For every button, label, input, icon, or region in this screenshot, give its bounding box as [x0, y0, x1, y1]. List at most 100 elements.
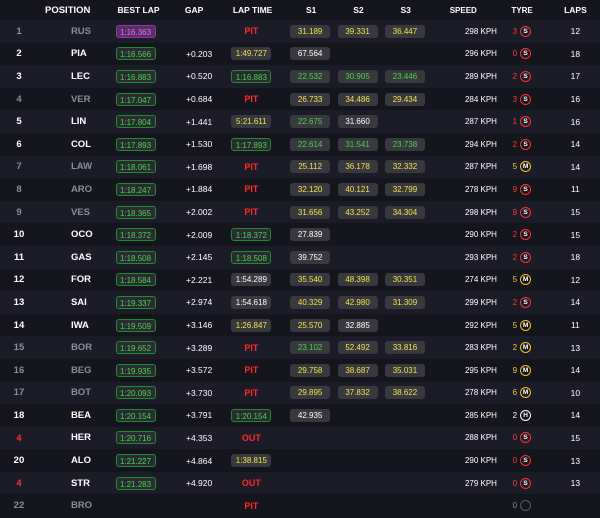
- table-row[interactable]: 4 VER 1:17.047 +0.684 PIT 26.733 34.486 …: [0, 87, 600, 111]
- tyre-age: 3: [512, 26, 518, 36]
- lap-time-cell: PIT: [216, 365, 286, 375]
- table-row[interactable]: 16 BEG 1:19.935 +3.572 PIT 29.758 38.687…: [0, 358, 600, 382]
- table-row[interactable]: 4 HER 1:20.716 +4.353 OUT 288 KPH 0 S 15: [0, 426, 600, 450]
- position-cell: 12: [13, 274, 25, 286]
- driver-code[interactable]: IWA: [38, 320, 116, 331]
- driver-code[interactable]: LAW: [38, 161, 116, 172]
- s3-cell: 33.816: [381, 341, 428, 355]
- header-s3[interactable]: S3: [382, 5, 429, 15]
- position-cell: 9: [16, 206, 22, 218]
- driver-code[interactable]: ARO: [38, 184, 116, 195]
- speed-cell: 293 KPH: [464, 252, 497, 262]
- tyre-cell: 0 S: [501, 48, 543, 60]
- table-row[interactable]: 13 SAI 1:19.337 +2.974 1:54.618 40.329 4…: [0, 291, 600, 314]
- table-row[interactable]: 4 STR 1:21.283 +4.920 OUT 279 KPH 0 S 13: [0, 471, 600, 495]
- driver-code[interactable]: HER: [38, 432, 116, 443]
- driver-code[interactable]: STR: [38, 478, 116, 489]
- driver-code[interactable]: RUS: [38, 26, 116, 37]
- header-position[interactable]: POSITION: [0, 5, 90, 16]
- s1-cell: 25.570: [286, 318, 333, 332]
- driver-code[interactable]: BRO: [38, 500, 116, 511]
- driver-code[interactable]: VES: [38, 207, 116, 218]
- driver-code[interactable]: SAI: [38, 297, 116, 308]
- table-row[interactable]: 10 OCO 1:18.372 +2.009 1:18.372 27.839 2…: [0, 223, 600, 246]
- laps-cell: 11: [570, 320, 580, 331]
- table-row[interactable]: 12 FOR 1:18.584 +2.221 1:54.289 35.540 4…: [0, 268, 600, 292]
- driver-code[interactable]: COL: [38, 139, 116, 150]
- driver-code[interactable]: LIN: [38, 116, 116, 127]
- driver-code[interactable]: BOT: [38, 387, 116, 398]
- s3-pill: 31.309: [384, 295, 425, 309]
- tyre-age: 2: [512, 343, 518, 353]
- header-lap-time[interactable]: LAP TIME: [218, 5, 288, 15]
- table-row[interactable]: 5 LIN 1:17.804 +1.441 5:21.611 22.675 31…: [0, 110, 600, 133]
- driver-code[interactable]: BEG: [38, 365, 116, 376]
- driver-code[interactable]: FOR: [38, 274, 116, 285]
- driver-code[interactable]: OCO: [38, 229, 116, 240]
- s3-cell: 38.622: [381, 386, 428, 400]
- s1-pill: 23.102: [290, 341, 331, 355]
- table-row[interactable]: 9 VES 1:18.365 +2.002 PIT 31.656 43.252 …: [0, 200, 600, 224]
- s1-cell: 67.564: [286, 47, 333, 61]
- best-lap-cell: 1:20.716: [115, 431, 169, 445]
- tyre-cell: 2 S: [501, 70, 543, 82]
- header-best-lap[interactable]: BEST LAP: [118, 5, 171, 15]
- laps-cell: 16: [570, 116, 581, 127]
- s1-cell: 22.532: [286, 69, 333, 83]
- driver-code[interactable]: PIA: [38, 48, 116, 59]
- header-tyre[interactable]: TYRE: [501, 6, 543, 15]
- laps-cell: 12: [570, 274, 581, 285]
- lap-time-cell: 1:18.508: [216, 250, 286, 264]
- best-lap-cell: 1:17.893: [115, 137, 169, 151]
- speed-cell: 296 KPH: [464, 49, 497, 59]
- speed-cell: 292 KPH: [464, 320, 497, 330]
- table-row[interactable]: 2 PIA 1:16.566 +0.203 1:49.727 67.564 29…: [0, 42, 600, 66]
- table-row[interactable]: 17 BOT 1:20.093 +3.730 PIT 29.895 37.832…: [0, 381, 600, 405]
- best-lap-cell: 1:21.227: [115, 454, 169, 468]
- lap-time-cell: PIT: [216, 388, 286, 398]
- lap-time-pill: 1:18.508: [231, 250, 272, 264]
- table-row[interactable]: 1 RUS 1:16.363 PIT 31.189 39.331 36.447 …: [0, 20, 600, 43]
- s2-pill: 31.541: [337, 137, 378, 151]
- gap-cell: +1.698: [186, 161, 213, 172]
- s3-pill: 33.816: [384, 341, 425, 355]
- header-speed[interactable]: SPEED: [429, 6, 501, 15]
- s2-pill: 38.687: [337, 363, 378, 377]
- table-row[interactable]: 14 IWA 1:19.509 +3.146 1:26.847 25.570 3…: [0, 313, 600, 337]
- s1-cell: 23.102: [286, 341, 333, 355]
- table-row[interactable]: 8 ARO 1:18.247 +1.884 PIT 32.120 40.121 …: [0, 178, 600, 201]
- tyre-cell: 2 M: [501, 342, 543, 354]
- header-s1[interactable]: S1: [288, 5, 335, 15]
- table-row[interactable]: 22 BRO PIT 0: [0, 494, 600, 518]
- table-row[interactable]: 3 LEC 1:16.883 +0.520 1:16.883 22.532 30…: [0, 65, 600, 88]
- s3-cell: 32.799: [381, 182, 428, 196]
- speed-cell: 290 KPH: [464, 456, 497, 466]
- s3-pill: 35.031: [384, 363, 425, 377]
- table-row[interactable]: 11 GAS 1:18.508 +2.145 1:18.508 39.752 2…: [0, 245, 600, 269]
- table-row[interactable]: 6 COL 1:17.893 +1.530 1:17.893 22.614 31…: [0, 132, 600, 156]
- header-s2[interactable]: S2: [335, 5, 382, 15]
- s3-pill: 32.332: [384, 160, 425, 174]
- driver-code[interactable]: LEC: [38, 71, 116, 82]
- position-cell: 13: [13, 296, 25, 308]
- table-row[interactable]: 20 ALO 1:21.227 +4.864 1:38.815 290 KPH …: [0, 449, 600, 472]
- best-lap-cell: 1:18.365: [115, 205, 169, 219]
- lap-time-pill: 1:26.847: [231, 318, 272, 332]
- s1-pill: 35.540: [290, 273, 331, 287]
- table-row[interactable]: 18 BEA 1:20.154 +3.791 1:20.154 42.935 2…: [0, 404, 600, 427]
- driver-code[interactable]: BOR: [38, 342, 116, 353]
- driver-code[interactable]: VER: [38, 94, 116, 105]
- s1-cell: 32.120: [286, 182, 333, 196]
- lap-time-cell: PIT: [216, 343, 286, 353]
- driver-code[interactable]: GAS: [38, 252, 116, 263]
- header-gap[interactable]: GAP: [170, 5, 217, 15]
- table-row[interactable]: 7 LAW 1:18.061 +1.698 PIT 25.112 36.178 …: [0, 155, 600, 179]
- driver-code[interactable]: ALO: [38, 455, 116, 466]
- position-cell: 15: [13, 342, 25, 354]
- best-lap-cell: 1:16.883: [115, 69, 169, 83]
- pit-status: PIT: [244, 387, 259, 398]
- laps-cell: 14: [570, 139, 581, 150]
- table-row[interactable]: 15 BOR 1:19.652 +3.289 PIT 23.102 52.492…: [0, 336, 600, 359]
- driver-code[interactable]: BEA: [38, 410, 116, 421]
- header-laps[interactable]: LAPS: [543, 5, 600, 15]
